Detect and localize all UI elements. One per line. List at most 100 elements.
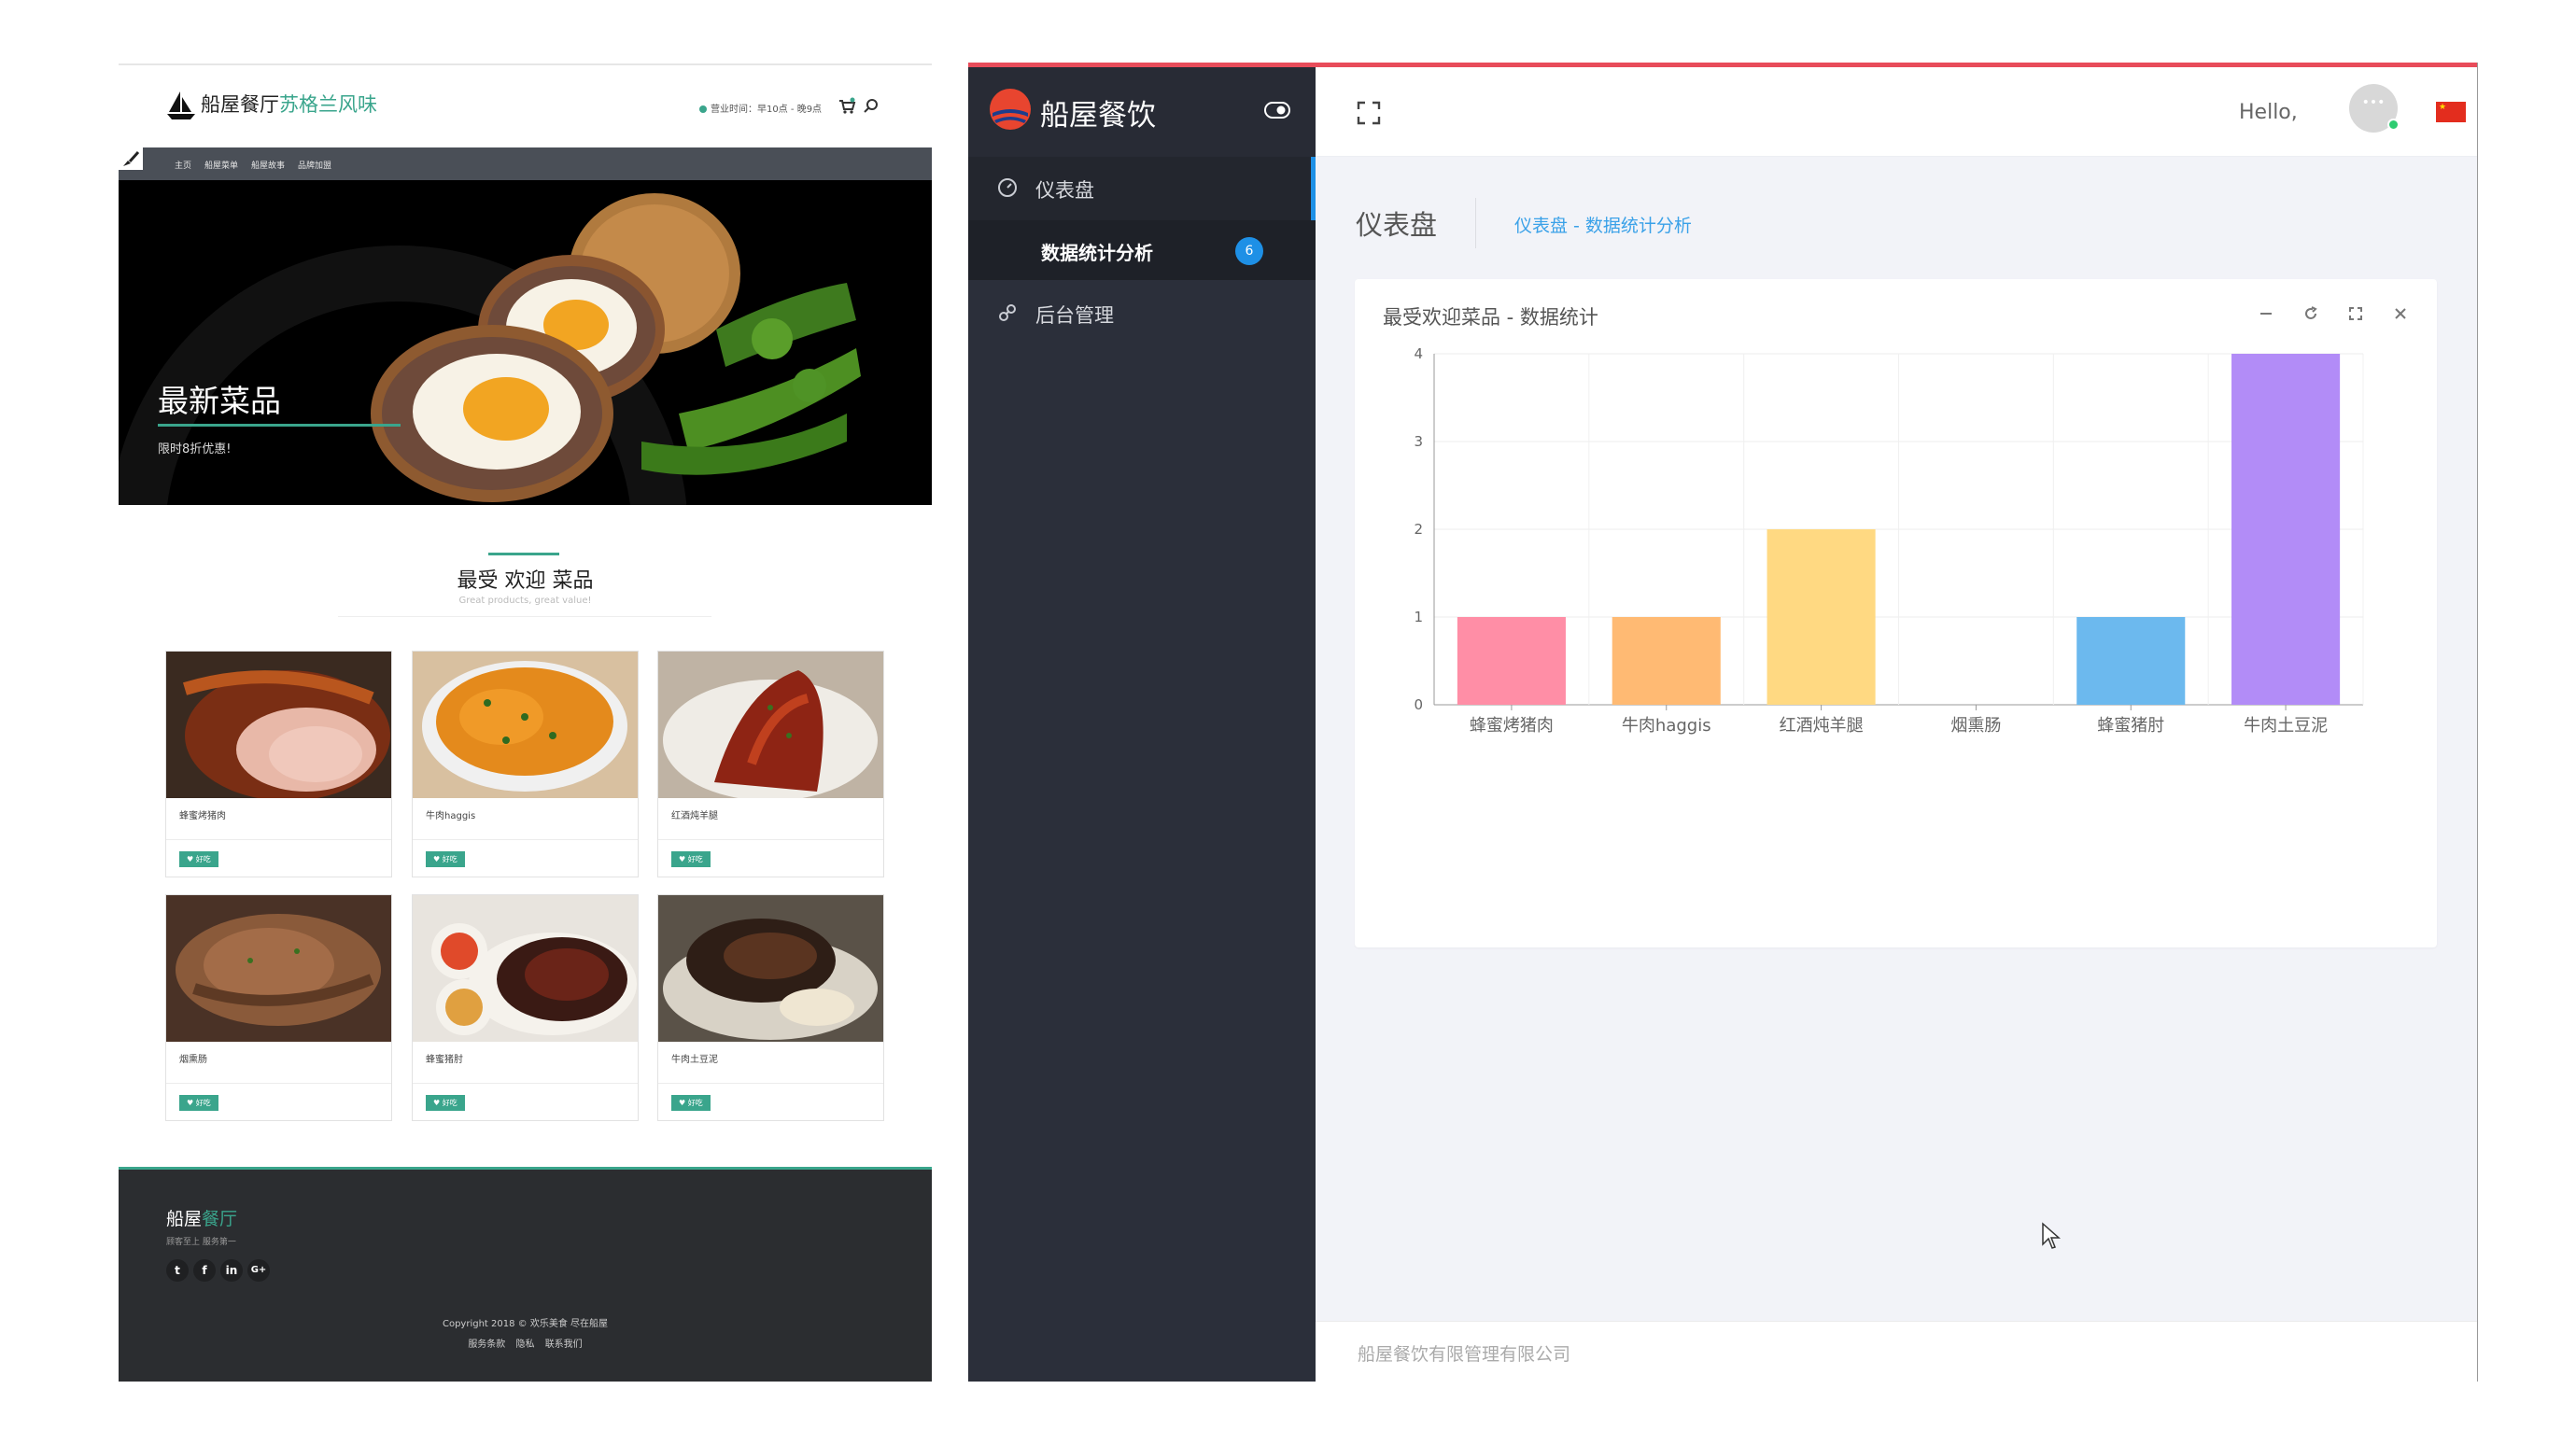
- panel-tools: [2258, 305, 2409, 322]
- like-button[interactable]: ♥ 好吃: [671, 1095, 711, 1111]
- section-subtitle: Great products, great value!: [458, 596, 592, 606]
- x-tick-label: 牛肉土豆泥: [2244, 716, 2328, 736]
- cart-icon[interactable]: [838, 97, 856, 116]
- dish-photo-beef-haggis[interactable]: [413, 652, 638, 798]
- count-badge: 6: [1235, 237, 1263, 265]
- x-tick-label: 蜂蜜猪肘: [2097, 716, 2164, 736]
- company-name: 船屋餐饮有限管理有限公司: [1358, 1344, 1571, 1365]
- chart-panel: 最受欢迎菜品 - 数据统计 0 1 2 3 4 蜂蜜烤猪肉 牛肉haggis 红酒炖羊腿 烟熏肠…: [1355, 279, 2437, 947]
- dish-photo-smoked-sausage[interactable]: [166, 895, 391, 1042]
- dish-photo-pork-knuckle[interactable]: [413, 895, 638, 1042]
- nav-item-menu[interactable]: 船屋菜单: [204, 159, 238, 171]
- footer-link-privacy[interactable]: 隐私: [516, 1340, 535, 1350]
- y-tick-label: 3: [1414, 433, 1423, 450]
- dish-name: 蜂蜜猪肘: [426, 1055, 463, 1065]
- admin-footer: 船屋餐饮有限管理有限公司: [1316, 1321, 2478, 1382]
- footer-tagline: 顾客至上 服务第一: [166, 1238, 236, 1247]
- link-icon: [999, 304, 1016, 321]
- bar: [1767, 529, 1876, 705]
- sidebar-subitem-statistics[interactable]: 数据统计分析 6: [968, 220, 1316, 280]
- dish-name: 红酒炖羊腿: [671, 811, 718, 821]
- dish-photo-honey-pork[interactable]: [166, 652, 391, 798]
- section-title: 最受 欢迎 菜品: [457, 569, 594, 593]
- like-button[interactable]: ♥ 好吃: [426, 851, 465, 867]
- main-nav: 主页 船屋菜单 船屋故事 品牌加盟: [119, 147, 932, 180]
- nav-item-home[interactable]: 主页: [175, 159, 191, 171]
- section-divider: [338, 616, 711, 617]
- opening-hours-text: 营业时间：早10点 - 晚9点: [711, 105, 823, 115]
- twitter-icon[interactable]: t: [166, 1259, 189, 1282]
- top-bar: Hello, ••• ★: [1316, 67, 2478, 157]
- dish-name: 牛肉haggis: [426, 811, 476, 821]
- footer-link-terms[interactable]: 服务条款: [468, 1340, 505, 1350]
- site-logo-text[interactable]: 船屋餐厅苏格兰风味: [201, 90, 377, 118]
- minimize-icon[interactable]: [2258, 305, 2274, 322]
- footer-link-contact[interactable]: 联系我们: [545, 1340, 583, 1350]
- like-button[interactable]: ♥ 好吃: [671, 851, 711, 867]
- bar-chart: 0 1 2 3 4 蜂蜜烤猪肉 牛肉haggis 红酒炖羊腿 烟熏肠 蜂蜜猪肘 牛肉土豆泥: [1414, 345, 2364, 736]
- active-indicator: [1311, 157, 1316, 220]
- expand-icon[interactable]: [2347, 305, 2364, 322]
- footer-logo[interactable]: 船屋餐厅: [166, 1205, 237, 1230]
- sidebar-item-dashboard[interactable]: 仪表盘: [968, 157, 1316, 220]
- fullscreen-icon[interactable]: [1355, 99, 1383, 127]
- dish-card[interactable]: 红酒炖羊腿 ♥ 好吃: [657, 651, 884, 877]
- dish-card[interactable]: 牛肉土豆泥 ♥ 好吃: [657, 894, 884, 1121]
- google-plus-icon[interactable]: G+: [247, 1259, 270, 1282]
- x-tick-label: 烟熏肠: [1950, 716, 2001, 736]
- admin-dashboard: 船屋餐饮 仪表盘 数据统计分析 6 后台管理 Hello, ••• ★ 仪表盘 …: [968, 63, 2478, 1382]
- restaurant-website: 船屋餐厅苏格兰风味 营业时间：早10点 - 晚9点 主页 船屋菜单 船屋故事 品…: [119, 63, 932, 1382]
- dish-card[interactable]: 烟熏肠 ♥ 好吃: [165, 894, 392, 1121]
- clock-icon: [699, 105, 707, 113]
- sailboat-logo-icon[interactable]: [165, 90, 197, 121]
- dish-photo-lamb-leg[interactable]: [658, 652, 883, 798]
- window-border: [2477, 63, 2478, 1382]
- logo-accent: 苏格兰风味: [279, 93, 377, 116]
- footer-links: 服务条款 隐私 联系我们: [119, 1336, 932, 1350]
- y-tick-label: 2: [1414, 521, 1423, 538]
- breadcrumb[interactable]: 仪表盘 - 数据统计分析: [1514, 212, 1692, 237]
- like-button[interactable]: ♥ 好吃: [426, 1095, 465, 1111]
- dish-card[interactable]: 牛肉haggis ♥ 好吃: [412, 651, 639, 877]
- facebook-icon[interactable]: f: [193, 1259, 216, 1282]
- panel-title: 最受欢迎菜品 - 数据统计: [1383, 306, 1598, 329]
- like-button[interactable]: ♥ 好吃: [179, 1095, 218, 1111]
- page-title: 仪表盘: [1356, 209, 1438, 241]
- hero-banner: 最新菜品 限时8折优惠!: [119, 180, 932, 505]
- opening-hours: 营业时间：早10点 - 晚9点: [699, 101, 822, 115]
- nav-item-story[interactable]: 船屋故事: [251, 159, 285, 171]
- close-icon[interactable]: [2392, 305, 2409, 322]
- online-status-dot: [2387, 119, 2400, 131]
- title-divider: [1475, 198, 1476, 248]
- x-tick-label: 红酒炖羊腿: [1780, 716, 1864, 736]
- dish-name: 蜂蜜烤猪肉: [179, 811, 226, 821]
- sidebar-item-admin[interactable]: 后台管理: [968, 282, 1316, 345]
- china-flag-icon[interactable]: ★: [2436, 102, 2466, 122]
- dish-photo-beef-mash[interactable]: [658, 895, 883, 1042]
- logo-main: 船屋餐厅: [201, 93, 279, 116]
- bar: [1612, 617, 1721, 705]
- y-tick-label: 1: [1414, 609, 1423, 625]
- footer-logo-main: 船屋: [166, 1209, 203, 1229]
- dish-name: 烟熏肠: [179, 1055, 207, 1065]
- footer-copyright: Copyright 2018 © 欢乐美食 尽在船屋: [442, 1319, 609, 1329]
- dish-card[interactable]: 蜂蜜猪肘 ♥ 好吃: [412, 894, 639, 1121]
- search-icon[interactable]: [862, 97, 880, 116]
- hero-underline: [158, 424, 401, 427]
- greeting-text: Hello,: [2239, 101, 2298, 124]
- dish-card[interactable]: 蜂蜜烤猪肉 ♥ 好吃: [165, 651, 392, 877]
- brand-logo-icon[interactable]: [989, 88, 1032, 131]
- footer-logo-accent: 餐厅: [202, 1209, 238, 1229]
- refresh-icon[interactable]: [2302, 305, 2319, 322]
- dish-name: 牛肉土豆泥: [671, 1055, 718, 1065]
- sidebar-brand: 船屋餐饮: [968, 67, 1316, 157]
- like-button[interactable]: ♥ 好吃: [179, 851, 218, 867]
- linkedin-icon[interactable]: in: [220, 1259, 243, 1282]
- nav-item-franchise[interactable]: 品牌加盟: [298, 159, 331, 171]
- sidebar-toggle-icon[interactable]: [1264, 102, 1290, 119]
- brand-title[interactable]: 船屋餐饮: [1040, 91, 1156, 133]
- bar: [2231, 354, 2341, 705]
- y-tick-label: 4: [1414, 345, 1423, 362]
- brush-icon[interactable]: [119, 147, 143, 170]
- hero-title: 最新菜品: [158, 383, 281, 419]
